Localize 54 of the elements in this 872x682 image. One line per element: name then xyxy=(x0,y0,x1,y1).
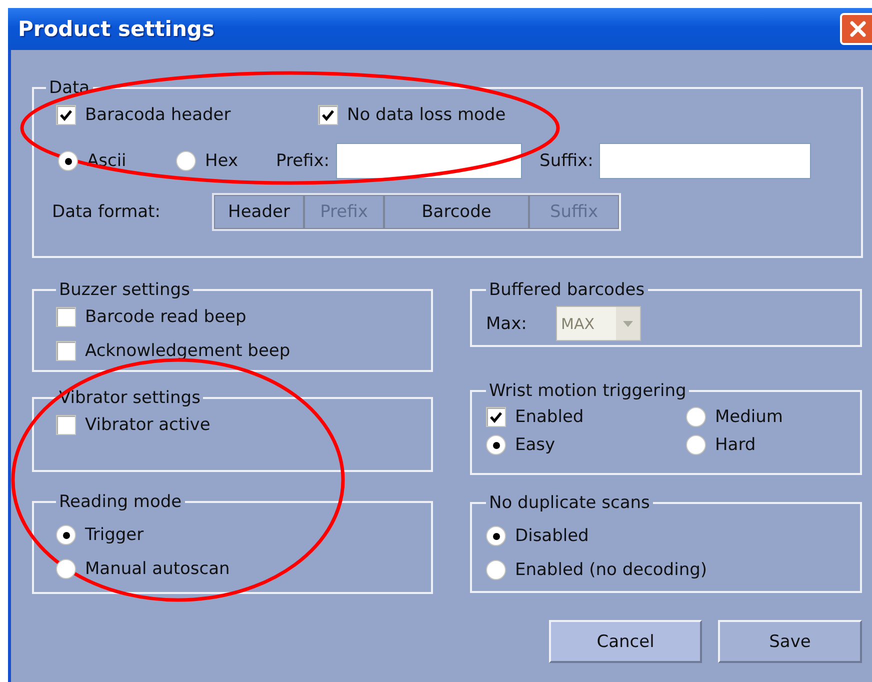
checkbox-label: Enabled xyxy=(515,407,584,427)
radio-label: Easy xyxy=(515,435,556,455)
checkbox-label: Vibrator active xyxy=(85,415,210,435)
max-label: Max: xyxy=(486,314,528,334)
radio-button[interactable] xyxy=(176,151,196,171)
prefix-field[interactable] xyxy=(336,143,522,179)
radio-button[interactable] xyxy=(56,525,76,545)
radio-label: Disabled xyxy=(515,526,589,546)
window-title: Product settings xyxy=(17,17,214,41)
group-title: Reading mode xyxy=(58,492,183,512)
radio-button[interactable] xyxy=(486,560,506,580)
checkmark-icon xyxy=(59,108,73,122)
data-format-label: Data format: xyxy=(52,202,162,222)
close-button[interactable] xyxy=(840,13,872,45)
radio-button[interactable] xyxy=(58,151,78,171)
group-title: No duplicate scans xyxy=(488,493,651,513)
checkbox-label: Baracoda header xyxy=(85,105,231,125)
radio-label: Hard xyxy=(715,435,756,455)
checkbox[interactable] xyxy=(56,341,76,361)
format-segment: Barcode xyxy=(384,195,529,229)
radio-label: Hex xyxy=(205,151,238,171)
radio-button[interactable] xyxy=(686,407,706,427)
radio-label: Trigger xyxy=(85,525,144,545)
radio-label: Manual autoscan xyxy=(85,559,230,579)
checkbox-label: Barcode read beep xyxy=(85,307,246,327)
radio-button[interactable] xyxy=(486,526,506,546)
caret-icon xyxy=(623,320,633,326)
checkmark-icon xyxy=(321,108,335,122)
checkmark-icon xyxy=(489,410,503,424)
checkbox[interactable] xyxy=(318,105,338,125)
group-title: Buzzer settings xyxy=(58,280,191,300)
checkbox[interactable] xyxy=(486,407,506,427)
radio-label: Medium xyxy=(715,407,783,427)
suffix-label: Suffix: xyxy=(540,151,594,171)
group-title: Buffered barcodes xyxy=(488,280,646,300)
checkbox-label: No data loss mode xyxy=(347,105,506,125)
cancel-button[interactable]: Cancel xyxy=(549,620,702,663)
radio-button[interactable] xyxy=(686,435,706,455)
save-button[interactable]: Save xyxy=(718,620,862,663)
group-title: Wrist motion triggering xyxy=(488,381,688,401)
checkbox[interactable] xyxy=(56,105,76,125)
prefix-label: Prefix: xyxy=(276,151,330,171)
radio-label: Enabled (no decoding) xyxy=(515,560,708,580)
close-icon xyxy=(848,19,868,39)
radio-button[interactable] xyxy=(56,559,76,579)
group-title: Vibrator settings xyxy=(58,388,202,408)
format-segment: Suffix xyxy=(529,195,619,229)
radio-button[interactable] xyxy=(486,435,506,455)
format-segment: Prefix xyxy=(304,195,384,229)
suffix-field[interactable] xyxy=(599,143,812,179)
checkbox[interactable] xyxy=(56,415,76,435)
checkbox[interactable] xyxy=(56,307,76,327)
checkbox-label: Acknowledgement beep xyxy=(85,341,290,361)
format-segment: Header xyxy=(214,195,304,229)
